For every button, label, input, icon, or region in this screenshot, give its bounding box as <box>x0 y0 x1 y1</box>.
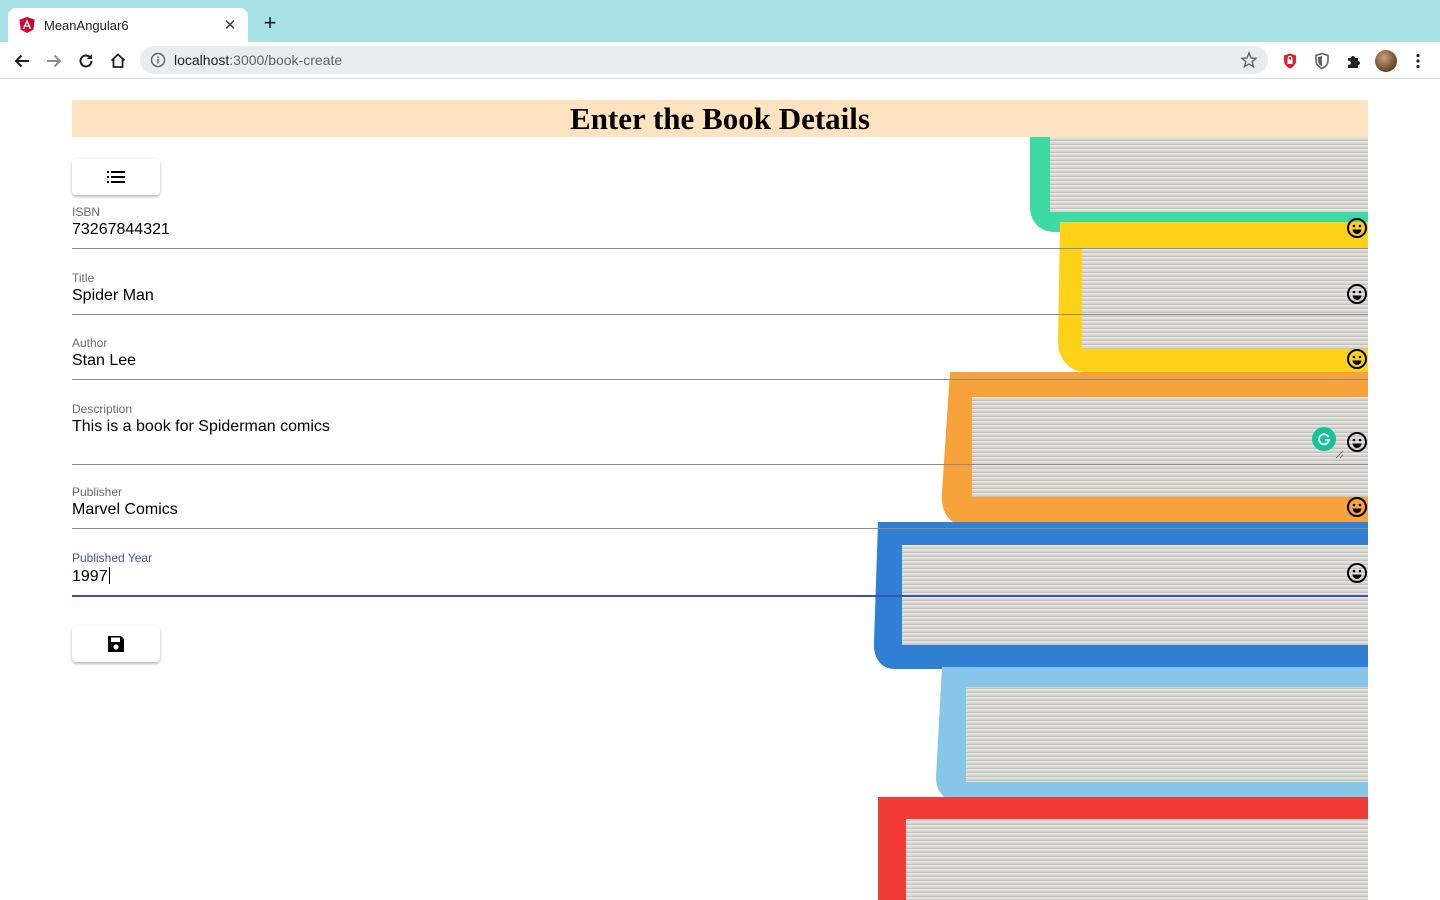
browser-tab[interactable]: MeanAngular6 ✕ <box>8 8 248 42</box>
description-field[interactable]: Description This is a book for Spiderman… <box>72 402 1368 466</box>
info-icon[interactable] <box>150 52 166 68</box>
author-label: Author <box>72 336 108 350</box>
description-label: Description <box>72 402 133 416</box>
book-create-page: Enter the Book Details ISBN 73267844321 … <box>0 80 1440 900</box>
smiley-icon[interactable] <box>1346 496 1368 518</box>
title-input[interactable]: Spider Man <box>72 287 154 305</box>
plus-icon[interactable]: + <box>258 12 282 36</box>
author-underline <box>72 379 1368 380</box>
published-year-label: Published Year <box>72 551 153 565</box>
published-year-input[interactable]: 1997 <box>72 567 110 586</box>
publisher-label: Publisher <box>72 485 123 499</box>
published-year-underline <box>72 595 1368 597</box>
tab-strip: MeanAngular6 ✕ + <box>0 0 1440 42</box>
list-icon <box>107 171 125 183</box>
isbn-input[interactable]: 73267844321 <box>72 221 170 239</box>
title-field[interactable]: Title Spider Man <box>72 271 1368 316</box>
smiley-icon[interactable] <box>1346 283 1368 305</box>
title-label: Title <box>72 271 95 285</box>
publisher-underline <box>72 528 1368 529</box>
star-icon[interactable] <box>1240 51 1258 69</box>
browser-toolbar: localhost:3000/book-create <box>0 42 1440 79</box>
description-underline <box>72 464 1368 465</box>
book-list-button[interactable] <box>72 159 160 195</box>
published-year-field[interactable]: Published Year 1997 <box>72 551 1368 597</box>
smiley-icon[interactable] <box>1346 217 1368 239</box>
description-textarea[interactable]: This is a book for Spiderman comics <box>72 418 330 436</box>
smiley-icon[interactable] <box>1346 562 1368 584</box>
page-banner: Enter the Book Details <box>72 100 1368 137</box>
close-icon[interactable]: ✕ <box>222 16 238 34</box>
kebab-menu-icon[interactable] <box>1407 50 1429 72</box>
puzzle-extensions-icon[interactable] <box>1343 50 1365 72</box>
resize-handle-icon[interactable] <box>1335 450 1344 459</box>
smiley-icon[interactable] <box>1346 348 1368 370</box>
angular-favicon <box>19 17 35 33</box>
save-icon <box>108 636 124 652</box>
isbn-underline <box>72 248 1368 249</box>
isbn-field[interactable]: ISBN 73267844321 <box>72 205 1368 250</box>
forward-arrow-icon[interactable] <box>41 48 67 74</box>
title-underline <box>72 314 1368 315</box>
profile-avatar[interactable] <box>1375 50 1397 72</box>
back-arrow-icon[interactable] <box>9 48 35 74</box>
reload-icon[interactable] <box>73 48 99 74</box>
isbn-label: ISBN <box>72 205 101 219</box>
privacy-extension-icon[interactable] <box>1311 50 1333 72</box>
address-bar[interactable]: localhost:3000/book-create <box>140 46 1268 74</box>
grammarly-icon[interactable] <box>1312 427 1336 451</box>
page-title: Enter the Book Details <box>570 101 870 136</box>
url-path: :3000/book-create <box>229 52 343 68</box>
author-field[interactable]: Author Stan Lee <box>72 336 1368 381</box>
publisher-input[interactable]: Marvel Comics <box>72 501 178 519</box>
smiley-icon[interactable] <box>1346 431 1368 453</box>
shield-extension-icon[interactable] <box>1279 50 1301 72</box>
publisher-field[interactable]: Publisher Marvel Comics <box>72 485 1368 530</box>
author-input[interactable]: Stan Lee <box>72 352 136 370</box>
home-icon[interactable] <box>105 48 131 74</box>
url-host: localhost <box>174 52 230 68</box>
text-caret <box>108 567 110 584</box>
tab-title: MeanAngular6 <box>44 17 129 33</box>
save-button[interactable] <box>72 626 160 662</box>
